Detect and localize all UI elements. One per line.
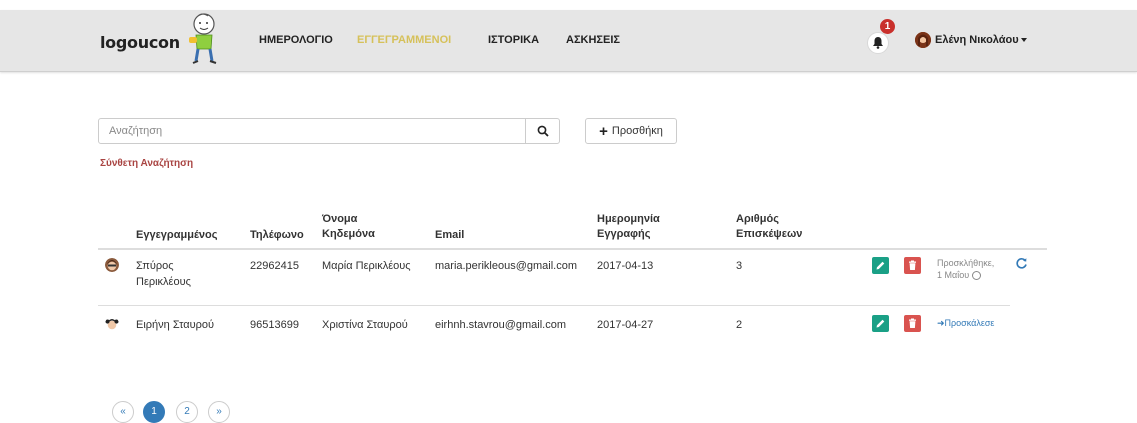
notification-badge: 1 xyxy=(880,19,895,34)
header-email: Email xyxy=(435,229,465,241)
add-button-label: Προσθήκη xyxy=(611,125,663,137)
cell-name-line1: Σπύρος xyxy=(136,260,174,272)
clock-icon xyxy=(971,271,981,281)
cell-name: Σπύρος Περικλέους xyxy=(136,258,191,290)
cell-date: 2017-04-27 xyxy=(597,319,654,331)
user-avatar[interactable] xyxy=(915,32,931,48)
top-navbar: logoucon ΗΜΕΡΟΛΟΓΙΟ ΕΓΓΕΓΡΑΜΜΕΝΟΙ ΙΣΤΟΡΙ… xyxy=(0,10,1137,72)
nav-calendar[interactable]: ΗΜΕΡΟΛΟΓΙΟ xyxy=(259,34,333,46)
pencil-icon xyxy=(876,261,885,270)
logo-kid-icon xyxy=(189,13,217,64)
edit-button[interactable] xyxy=(872,257,889,274)
header-phone: Τηλέφωνο xyxy=(250,229,304,241)
cell-visits: 2 xyxy=(736,319,743,331)
bell-icon xyxy=(873,37,883,49)
cell-name: Ειρήνη Σταυρού xyxy=(136,319,215,331)
cell-phone: 22962415 xyxy=(250,260,299,272)
cell-guardian: Μαρία Περικλέους xyxy=(322,260,411,272)
trash-icon xyxy=(909,318,916,328)
cell-name-line2: Περικλέους xyxy=(136,276,191,288)
invite-status-line1: Προσκλήθηκε, xyxy=(937,258,995,268)
user-name: Ελένη Νικολάου xyxy=(935,34,1019,46)
header-registered: Εγγεγραμμένος xyxy=(136,229,218,241)
search-icon xyxy=(537,125,549,137)
invite-label: Προσκάλεσε xyxy=(944,318,995,328)
search-input[interactable] xyxy=(98,118,526,144)
header-guardian: Όνομα Κηδεμόνα xyxy=(322,212,375,242)
caret-down-icon xyxy=(1020,38,1027,43)
cell-email: eirhnh.stavrou@gmail.com xyxy=(435,319,566,331)
refresh-icon[interactable] xyxy=(1015,257,1028,270)
cell-guardian: Χριστίνα Σταυρού xyxy=(322,319,408,331)
cell-date: 2017-04-13 xyxy=(597,260,654,272)
header-visits: Αριθμός Επισκέψεων xyxy=(736,212,802,242)
search-button[interactable] xyxy=(525,118,560,144)
cell-email: maria.perikleous@gmail.com xyxy=(435,260,577,272)
logo-text: logoucon xyxy=(100,33,180,52)
delete-button[interactable] xyxy=(904,257,921,274)
header-guardian-line1: Όνομα xyxy=(322,213,358,225)
header-guardian-line2: Κηδεμόνα xyxy=(322,228,375,240)
invite-status: Προσκλήθηκε, 1 Μαΐου xyxy=(937,257,994,281)
plus-icon: + xyxy=(599,122,608,140)
invite-link[interactable]: ➜Προσκάλεσε xyxy=(937,318,994,329)
avatar-boy-icon xyxy=(105,258,119,272)
user-menu[interactable]: Ελένη Νικολάου xyxy=(935,34,1027,46)
header-date-line2: Εγγραφής xyxy=(597,228,651,240)
trash-icon xyxy=(909,260,916,270)
nav-history[interactable]: ΙΣΤΟΡΙΚΑ xyxy=(488,34,539,46)
header-visits-line1: Αριθμός xyxy=(736,213,779,225)
header-date-line1: Ημερομηνία xyxy=(597,213,660,225)
cell-visits: 3 xyxy=(736,260,743,272)
nav-exercises[interactable]: ΑΣΚΗΣΕΙΣ xyxy=(566,34,620,46)
header-date: Ημερομηνία Εγγραφής xyxy=(597,212,660,242)
header-divider xyxy=(98,248,1047,250)
user-photo-icon xyxy=(915,32,931,48)
delete-button[interactable] xyxy=(904,315,921,332)
pencil-icon xyxy=(876,319,885,328)
header-visits-line2: Επισκέψεων xyxy=(736,228,803,240)
invite-status-date: 1 Μαΐου xyxy=(937,270,970,280)
add-button[interactable]: + Προσθήκη xyxy=(585,118,677,144)
share-arrow-icon: ➜ xyxy=(937,318,945,328)
row-divider xyxy=(98,305,1010,306)
notifications-button[interactable] xyxy=(867,32,889,54)
advanced-search-link[interactable]: Σύνθετη Αναζήτηση xyxy=(100,158,193,169)
nav-registered[interactable]: ΕΓΓΕΓΡΑΜΜΕΝΟΙ xyxy=(357,34,451,46)
avatar-girl-icon xyxy=(105,317,119,331)
edit-button[interactable] xyxy=(872,315,889,332)
cell-phone: 96513699 xyxy=(250,319,299,331)
